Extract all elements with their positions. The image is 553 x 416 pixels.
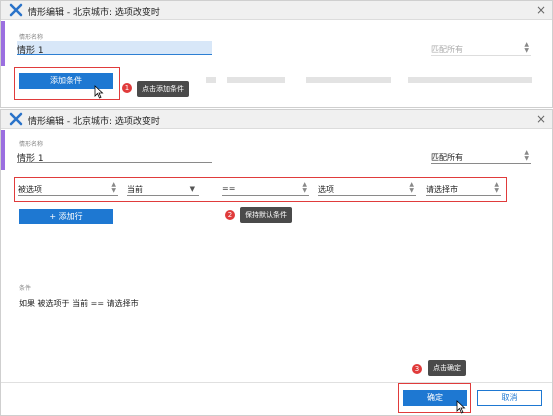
- value-type-value: 选项: [318, 185, 334, 194]
- cancel-button[interactable]: 取消: [477, 390, 542, 406]
- tooltip-2: 保持默认条件: [240, 207, 292, 223]
- tooltip-3: 点击确定: [428, 360, 466, 376]
- accent-bar: [1, 130, 5, 170]
- stepper-icon: ▲ ▼: [302, 181, 307, 194]
- scope-select[interactable]: 当前 ▼: [127, 182, 199, 196]
- match-select[interactable]: 匹配所有 ▲ ▼: [431, 42, 531, 56]
- accent-bar: [1, 21, 5, 66]
- condition-summary: 如果 被选项于 当前 == 请选择市: [19, 299, 139, 308]
- close-icon[interactable]: ×: [536, 112, 546, 126]
- stepper-icon: ▲ ▼: [111, 181, 116, 194]
- operator-select[interactable]: == ▲ ▼: [222, 182, 309, 196]
- close-icon[interactable]: ×: [536, 3, 546, 17]
- tooltip-1: 点击添加条件: [137, 81, 189, 97]
- scope-value: 当前: [127, 185, 143, 194]
- case-name-label: 情形名称: [19, 34, 44, 41]
- placeholder-bar: [408, 77, 532, 83]
- title-bar: 情形编辑 - 北京城市: 选项改变时 ×: [1, 1, 552, 20]
- dialog-title: 情形编辑 - 北京城市: 选项改变时: [28, 8, 160, 18]
- mouse-cursor-icon: [456, 400, 466, 414]
- add-row-button[interactable]: + 添加行: [19, 209, 113, 224]
- stepper-icon: ▲ ▼: [494, 181, 499, 194]
- city-select[interactable]: 请选择市 ▲ ▼: [426, 182, 501, 196]
- operand-value: 被选项: [18, 185, 42, 194]
- app-logo-icon: [9, 112, 23, 126]
- city-value: 请选择市: [426, 185, 458, 194]
- match-select-value: 匹配所有: [431, 153, 463, 162]
- condition-dialog-expanded: 情形编辑 - 北京城市: 选项改变时 × 情形名称 情形 1 匹配所有 ▲ ▼ 被…: [0, 109, 553, 416]
- operand-select[interactable]: 被选项 ▲ ▼: [18, 182, 118, 196]
- value-type-select[interactable]: 选项 ▲ ▼: [318, 182, 416, 196]
- operator-value: ==: [222, 184, 236, 193]
- stepper-icon: ▲ ▼: [409, 181, 414, 194]
- step-marker-3: 3: [412, 364, 422, 374]
- conditions-section-label: 条件: [19, 285, 32, 292]
- case-name-label: 情形名称: [19, 141, 44, 148]
- case-name-input[interactable]: 情形 1: [17, 41, 212, 56]
- mouse-cursor-icon: [94, 85, 104, 99]
- condition-dialog-collapsed: 情形编辑 - 北京城市: 选项改变时 × 情形名称 情形 1 匹配所有 ▲ ▼ 添…: [0, 0, 553, 108]
- match-select[interactable]: 匹配所有 ▲ ▼: [431, 150, 531, 164]
- placeholder-bar: [306, 77, 391, 83]
- placeholder-bar: [227, 77, 285, 83]
- stepper-icon: ▲ ▼: [524, 149, 529, 162]
- chevron-down-icon: ▼: [189, 185, 195, 193]
- dialog-title: 情形编辑 - 北京城市: 选项改变时: [28, 117, 160, 127]
- case-name-input[interactable]: 情形 1: [17, 149, 212, 164]
- stepper-icon: ▲ ▼: [524, 41, 529, 54]
- match-select-value: 匹配所有: [431, 45, 463, 54]
- step-marker-2: 2: [225, 210, 235, 220]
- placeholder-bar: [206, 77, 216, 83]
- title-bar: 情形编辑 - 北京城市: 选项改变时 ×: [1, 110, 552, 129]
- step-marker-1: 1: [122, 83, 132, 93]
- app-logo-icon: [9, 3, 23, 17]
